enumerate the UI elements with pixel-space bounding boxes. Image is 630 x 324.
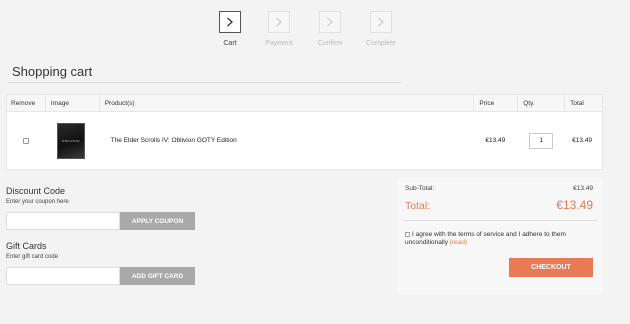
cart-table: Remove Image Product(s) Price Qty. Total… — [6, 94, 603, 170]
product-thumbnail[interactable]: OBLIVION — [56, 122, 85, 159]
step-cart[interactable]: Cart — [205, 11, 255, 47]
chevron-right-icon — [370, 11, 392, 33]
gift-card-input[interactable] — [6, 267, 120, 285]
header-total: Total — [564, 95, 602, 111]
header-image: Image — [44, 95, 99, 111]
qty-cell: 1 — [517, 132, 564, 149]
chevron-right-icon — [268, 11, 290, 33]
gift-subtitle: Enter gift card code — [6, 254, 59, 260]
step-confirm: Confirm — [305, 11, 355, 47]
price-cell: €13.49 — [485, 137, 506, 144]
gift-title: Gift Cards — [6, 241, 47, 251]
step-complete: Complete — [356, 11, 406, 47]
total-value: €13.49 — [556, 198, 593, 212]
add-gift-card-button[interactable]: ADD GIFT CARD — [120, 267, 195, 285]
step-label: Complete — [366, 40, 396, 47]
step-label: Cart — [223, 40, 237, 47]
apply-coupon-button[interactable]: APPLY COUPON — [120, 212, 195, 230]
quantity-input[interactable]: 1 — [529, 132, 554, 149]
table-row: OBLIVION The Elder Scrolls IV: Oblivion … — [6, 112, 603, 170]
subtotal-value: €13.49 — [573, 185, 593, 192]
image-cell: OBLIVION — [45, 122, 99, 159]
total-cell: €13.49 — [572, 137, 592, 144]
header-price: Price — [473, 95, 517, 111]
chevron-right-icon — [219, 11, 241, 33]
title-divider — [8, 82, 401, 83]
terms-read-link[interactable]: (read) — [450, 239, 467, 246]
page-title: Shopping cart — [12, 64, 93, 79]
product-name-link[interactable]: The Elder Scrolls IV: Oblivion GOTY Edit… — [99, 137, 474, 144]
cover-text: OBLIVION — [61, 138, 80, 143]
totals-panel: Sub-Total: €13.49 Total: €13.49 I agree … — [397, 178, 603, 294]
terms-agreement: I agree with the terms of service and I … — [405, 231, 595, 247]
step-label: Confirm — [317, 40, 343, 47]
header-remove: Remove — [11, 99, 36, 107]
chevron-right-icon — [319, 11, 341, 33]
subtotal-label: Sub-Total: — [405, 185, 435, 192]
discount-subtitle: Enter your coupon here — [6, 199, 69, 205]
total-label: Total: — [405, 200, 431, 212]
checkout-button[interactable]: CHECKOUT — [509, 258, 593, 277]
remove-checkbox[interactable] — [22, 137, 29, 144]
checkout-steps: Cart Payment Confirm Complete — [0, 0, 630, 56]
terms-checkbox[interactable] — [405, 231, 410, 237]
step-payment: Payment — [254, 11, 304, 47]
terms-text: I agree with the terms of service and I … — [405, 231, 566, 246]
table-header: Remove Image Product(s) Price Qty. Total — [6, 94, 603, 112]
discount-title: Discount Code — [6, 186, 66, 196]
header-product: Product(s) — [98, 95, 474, 111]
header-qty: Qty. — [517, 95, 564, 111]
step-label: Payment — [265, 40, 293, 47]
remove-cell — [7, 137, 45, 144]
totals-divider — [403, 220, 597, 221]
coupon-input[interactable] — [6, 212, 120, 230]
